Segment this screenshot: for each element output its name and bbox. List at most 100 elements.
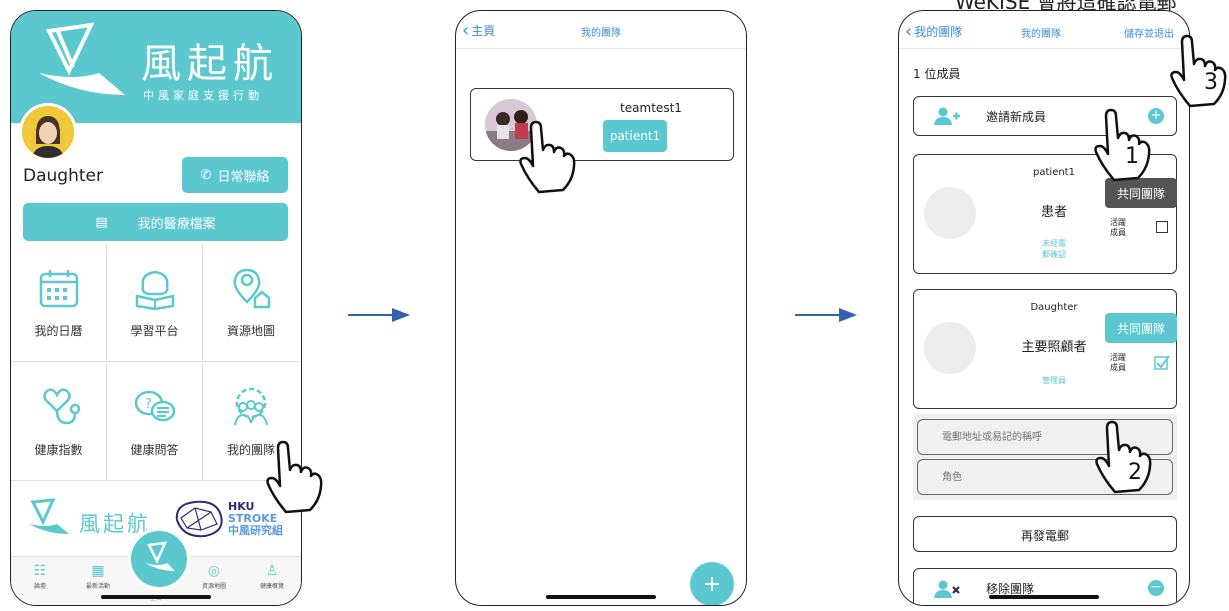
resend-label: 再發電郵 bbox=[1020, 529, 1069, 543]
nav-bar: ‹ 我的團隊 我的團隊 儲存並退出 bbox=[899, 11, 1189, 49]
active-member-label: 活躍 成員 bbox=[1110, 218, 1126, 238]
resend-email-button[interactable]: 再發電郵 bbox=[913, 516, 1177, 552]
grid-item-resource-map[interactable]: 資源地圖 bbox=[203, 244, 299, 362]
step-number-3: 3 bbox=[1204, 70, 1218, 95]
chevron-left-icon: ‹ bbox=[905, 20, 913, 42]
minus-circle-icon: − bbox=[1148, 580, 1164, 596]
grid-item-health-qa[interactable]: ? 健康問答 bbox=[107, 363, 203, 481]
phone-team-detail: ‹ 我的團隊 我的團隊 儲存並退出 1 位成員 邀請新成員 + patient1… bbox=[898, 10, 1190, 606]
home-center-button[interactable] bbox=[128, 528, 190, 590]
tap-hand-icon bbox=[1094, 108, 1151, 182]
avatar[interactable] bbox=[19, 103, 77, 161]
tab-activities[interactable]: ▦ 最新活動 bbox=[69, 563, 127, 590]
team-member-pill[interactable]: patient1 bbox=[603, 120, 667, 152]
page-title: 我的團隊 bbox=[581, 28, 621, 39]
calendar-icon bbox=[39, 270, 78, 308]
team-card[interactable]: teamtest1 patient1 bbox=[470, 88, 734, 161]
stethoscope-heart-icon bbox=[42, 388, 80, 425]
team-name: teamtest1 bbox=[620, 101, 682, 115]
tab-label: 最新活動 bbox=[85, 583, 110, 590]
tab-label: 論壇 bbox=[33, 583, 46, 590]
medical-records-button[interactable]: ▤ 我的醫療檔案 bbox=[23, 203, 288, 241]
clipboard-icon: ▤ bbox=[95, 214, 108, 230]
map-pin-home-icon bbox=[233, 268, 271, 309]
tab-label: 健康概覽 bbox=[259, 583, 284, 590]
remove-team-button[interactable]: 移除團隊 − bbox=[913, 568, 1177, 605]
user-name: Daughter bbox=[23, 166, 103, 186]
map-icon: ◎ bbox=[207, 563, 221, 579]
forum-icon: ☷ bbox=[33, 563, 47, 579]
home-indicator bbox=[546, 595, 656, 599]
arrow-right-icon bbox=[348, 308, 410, 322]
phone-team-list: ‹ 主頁 我的團隊 teamtest1 patient1 + bbox=[455, 10, 747, 606]
tab-health-overview[interactable]: ♙ 健康概覽 bbox=[243, 563, 301, 590]
status-line-2: 郵確認 bbox=[1042, 250, 1066, 259]
home-indicator bbox=[101, 595, 211, 599]
active-line-2: 成員 bbox=[1110, 228, 1126, 237]
add-user-icon bbox=[934, 107, 960, 125]
member-status: 管理員 bbox=[1004, 375, 1104, 386]
back-button[interactable]: ‹ 我的團隊 bbox=[905, 20, 963, 42]
status-line-1: 未經電 bbox=[1042, 239, 1066, 248]
member-status: 未經電 郵確認 bbox=[1004, 238, 1104, 260]
qa-bubbles-icon: ? bbox=[134, 390, 175, 422]
member-name: Daughter bbox=[1030, 302, 1078, 313]
active-member-checkbox[interactable] bbox=[1156, 221, 1168, 233]
tap-hand-icon bbox=[1095, 420, 1152, 494]
feature-grid: 我的日曆 學習平台 資源地圖 健康指數 ? 健康問答 我的團隊 bbox=[11, 244, 301, 484]
nav-bar: ‹ 主頁 我的團隊 bbox=[456, 11, 746, 49]
avatar bbox=[924, 322, 976, 374]
save-exit-button[interactable]: 儲存並退出 bbox=[1124, 25, 1174, 40]
step-number-1: 1 bbox=[1125, 144, 1139, 169]
active-member-label: 活躍 成員 bbox=[1110, 353, 1126, 373]
medical-records-label: 我的醫療檔案 bbox=[137, 216, 216, 232]
grid-item-learning[interactable]: 學習平台 bbox=[107, 244, 203, 362]
checked-checkbox-icon[interactable] bbox=[1154, 354, 1170, 370]
daily-contact-button[interactable]: ✆ 日常聯絡 bbox=[182, 157, 288, 193]
member-count: 1 位成員 bbox=[913, 67, 961, 81]
brand-logo-small-icon bbox=[29, 498, 69, 534]
person-icon: ♙ bbox=[265, 563, 279, 579]
tab-forum[interactable]: ☷ 論壇 bbox=[11, 563, 69, 590]
active-line-1: 活躍 bbox=[1110, 218, 1126, 227]
active-line-1: 活躍 bbox=[1110, 353, 1126, 362]
phone-icon: ✆ bbox=[200, 167, 212, 183]
brand-logo-icon bbox=[39, 22, 125, 95]
grid-item-calendar[interactable]: 我的日曆 bbox=[11, 244, 107, 362]
shared-team-button[interactable]: 共同團隊 bbox=[1105, 313, 1177, 343]
grid-item-health-index[interactable]: 健康指數 bbox=[11, 363, 107, 481]
remove-user-icon bbox=[934, 580, 960, 598]
back-label: 我的團隊 bbox=[914, 25, 963, 39]
add-team-button[interactable]: + bbox=[690, 562, 734, 605]
grid-label: 學習平台 bbox=[130, 324, 179, 338]
grid-label: 資源地圖 bbox=[226, 324, 275, 338]
team-gear-icon bbox=[234, 387, 268, 426]
daily-contact-label: 日常聯絡 bbox=[217, 169, 270, 185]
brand-subtitle: 中風家庭支援行動 bbox=[143, 89, 263, 102]
tap-hand-icon bbox=[519, 120, 576, 194]
home-indicator bbox=[989, 595, 1099, 599]
grid-label: 我的日曆 bbox=[34, 324, 83, 338]
grid-label: 健康指數 bbox=[34, 443, 83, 457]
avatar bbox=[924, 187, 976, 239]
member-name: patient1 bbox=[1033, 167, 1075, 178]
brain-book-icon bbox=[135, 270, 174, 310]
step-number-2: 2 bbox=[1128, 460, 1142, 485]
page-title: 我的團隊 bbox=[1021, 29, 1061, 40]
tap-hand-icon bbox=[266, 440, 323, 514]
home-logo-icon bbox=[145, 541, 175, 571]
tab-label: 資源地圖 bbox=[201, 583, 226, 590]
tab-resource-map[interactable]: ◎ 資源地圖 bbox=[185, 563, 243, 590]
phone-home-screen: 風起航 中風家庭支援行動 Daughter ✆ 日常聯絡 ▤ 我的醫療檔案 我的… bbox=[10, 10, 302, 606]
active-line-2: 成員 bbox=[1110, 363, 1126, 372]
tap-hand-icon bbox=[1170, 34, 1227, 108]
user-avatar-icon bbox=[22, 106, 74, 158]
invite-label: 邀請新成員 bbox=[986, 110, 1047, 124]
grid-label: 健康問答 bbox=[130, 443, 179, 457]
brand-name: 風起航 bbox=[141, 41, 279, 87]
activity-icon: ▦ bbox=[91, 563, 105, 579]
member-role: 主要照顧者 bbox=[1021, 340, 1087, 355]
partner-line-3: 中風研究組 bbox=[228, 524, 283, 537]
member-role: 患者 bbox=[1040, 205, 1067, 220]
member-card-daughter: Daughter 主要照顧者 管理員 共同團隊 活躍 成員 bbox=[913, 289, 1177, 409]
